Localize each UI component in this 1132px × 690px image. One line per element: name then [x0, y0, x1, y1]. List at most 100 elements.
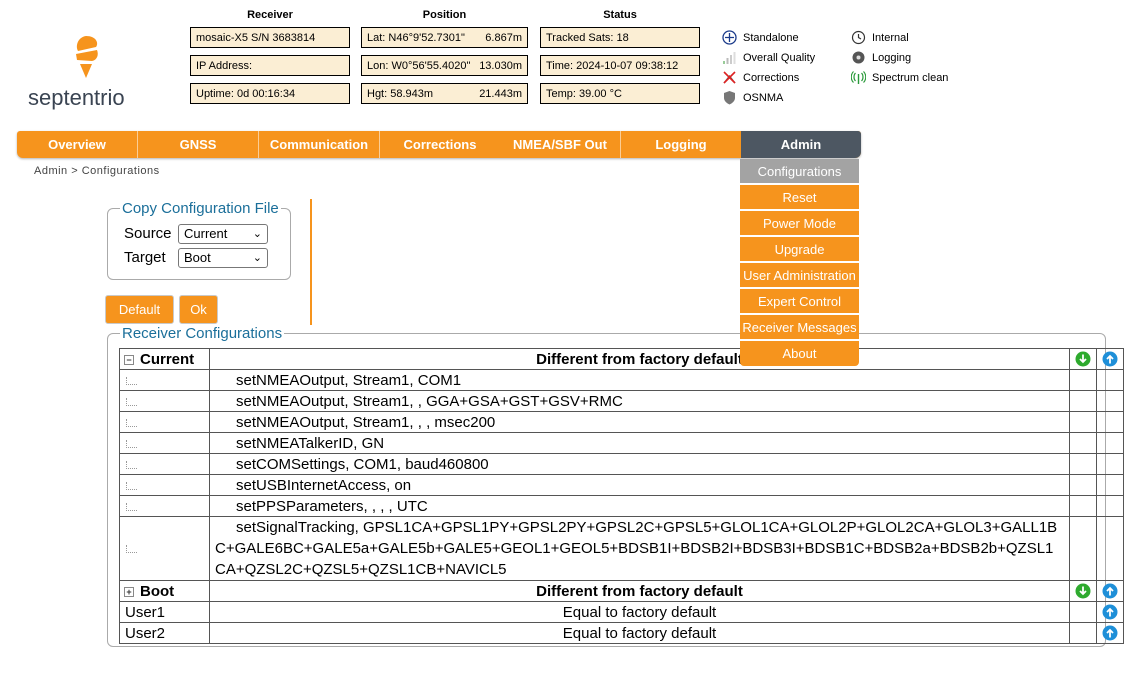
nav-admin[interactable]: Admin [741, 131, 861, 158]
tree-connector [126, 502, 137, 511]
empty-cell [1069, 369, 1097, 391]
command-text: setNMEAOutput, Stream1, , GGA+GSA+GST+GS… [209, 390, 1070, 412]
chevron-down-icon: ⌄ [252, 228, 262, 240]
nav-gnss[interactable]: GNSS [138, 131, 259, 158]
disk-icon [852, 51, 865, 64]
upload-icon[interactable] [1102, 351, 1118, 367]
current-download-cell [1069, 348, 1097, 370]
empty-cell [1096, 369, 1124, 391]
position-hgt: Hgt: 58.943m 21.443m [361, 83, 528, 104]
status-temp: Temp: 39.00 °C [540, 83, 700, 104]
menu-item-reset[interactable]: Reset [740, 185, 859, 210]
indicator-corrections-label: Corrections [743, 71, 800, 84]
target-select[interactable]: Boot ⌄ [178, 248, 268, 268]
ok-button[interactable]: Ok [179, 295, 218, 324]
menu-item-power-mode[interactable]: Power Mode [740, 211, 859, 236]
command-text: setNMEAOutput, Stream1, , , msec200 [209, 411, 1070, 433]
table-row: setNMEAOutput, Stream1, COM1 [119, 369, 1124, 391]
indicator-standalone-label: Standalone [743, 31, 799, 44]
default-button[interactable]: Default [105, 295, 174, 324]
user1-name: User1 [119, 601, 210, 623]
indicator-logging-label: Logging [872, 51, 912, 64]
table-row-current: − Current Different from factory default [119, 348, 1124, 370]
table-row-user2: User2 Equal to factory default [119, 622, 1124, 644]
command-text: setNMEATalkerID, GN [209, 432, 1070, 454]
collapse-icon[interactable]: − [124, 354, 134, 365]
current-name-cell: − Current [119, 348, 210, 370]
receiver-title: Receiver [247, 9, 293, 21]
boot-name: Boot [140, 582, 175, 600]
menu-item-receiver-messages[interactable]: Receiver Messages [740, 315, 859, 340]
menu-item-configurations[interactable]: Configurations [740, 159, 859, 184]
upload-icon[interactable] [1102, 625, 1118, 641]
indicator-overall-quality-label: Overall Quality [743, 51, 816, 64]
command-text: setUSBInternetAccess, on [209, 474, 1070, 496]
receiver-configs-legend: Receiver Configurations [122, 325, 283, 342]
empty-cell [1069, 474, 1097, 496]
tree-connector [126, 545, 137, 553]
expand-icon[interactable]: + [124, 586, 134, 597]
copy-config-legend: Copy Configuration File [122, 200, 279, 217]
hgt-accuracy: 21.443m [479, 88, 522, 100]
receiver-serial: mosaic-X5 S/N 3683814 [190, 27, 350, 48]
current-status: Different from factory default [209, 348, 1070, 370]
indicator-logging: Logging [851, 50, 911, 65]
status-title: Status [603, 9, 637, 21]
upload-icon[interactable] [1102, 604, 1118, 620]
tree-cell [119, 495, 210, 517]
signal-tracking-text: setSignalTracking, GPSL1CA+GPSL1PY+GPSL2… [215, 519, 1058, 578]
menu-item-upgrade[interactable]: Upgrade [740, 237, 859, 262]
indicator-spectrum: Spectrum clean [851, 70, 948, 85]
upload-icon[interactable] [1102, 583, 1118, 599]
table-row: setUSBInternetAccess, on [119, 474, 1124, 496]
indicator-osnma-label: OSNMA [743, 91, 784, 104]
menu-item-user-administration[interactable]: User Administration [740, 263, 859, 288]
indicator-standalone: Standalone [722, 30, 799, 45]
signal-bars-icon [723, 52, 736, 64]
command-text: setPPSParameters, , , , UTC [209, 495, 1070, 517]
lon-accuracy: 13.030m [479, 60, 522, 72]
empty-cell [1069, 622, 1097, 644]
command-text: setCOMSettings, COM1, baud460800 [209, 453, 1070, 475]
nav-communication[interactable]: Communication [259, 131, 380, 158]
empty-cell [1096, 432, 1124, 454]
user1-status: Equal to factory default [209, 601, 1070, 623]
empty-cell [1096, 516, 1124, 581]
empty-cell [1096, 474, 1124, 496]
nav-corrections[interactable]: Corrections [380, 131, 500, 158]
antenna-waves-icon [851, 71, 866, 84]
config-table: − Current Different from factory default … [119, 348, 1124, 644]
tree-connector [126, 418, 137, 427]
target-label: Target [124, 249, 166, 266]
user2-status: Equal to factory default [209, 622, 1070, 644]
download-icon[interactable] [1075, 583, 1091, 599]
tree-cell [119, 390, 210, 412]
menu-item-expert-control[interactable]: Expert Control [740, 289, 859, 314]
tree-cell [119, 516, 210, 581]
empty-cell [1069, 411, 1097, 433]
empty-cell [1069, 601, 1097, 623]
tree-cell [119, 432, 210, 454]
empty-cell [1069, 516, 1097, 581]
table-row: setNMEAOutput, Stream1, , GGA+GSA+GST+GS… [119, 390, 1124, 412]
download-icon[interactable] [1075, 351, 1091, 367]
source-select[interactable]: Current ⌄ [178, 224, 268, 244]
source-label: Source [124, 225, 172, 242]
command-text: setNMEAOutput, Stream1, COM1 [209, 369, 1070, 391]
nav-overview[interactable]: Overview [17, 131, 138, 158]
tree-cell [119, 369, 210, 391]
menu-item-about[interactable]: About [740, 341, 859, 366]
nav-logging[interactable]: Logging [621, 131, 741, 158]
nav-nmea-sbf-out[interactable]: NMEA/SBF Out [500, 131, 621, 158]
main-nav: Overview GNSS Communication Corrections … [17, 131, 861, 158]
tree-cell [119, 474, 210, 496]
tree-connector [126, 460, 137, 469]
tree-connector [126, 439, 137, 448]
logo-mark-icon [76, 36, 98, 78]
command-text: setSignalTracking, GPSL1CA+GPSL1PY+GPSL2… [209, 516, 1070, 581]
indicator-overall-quality: Overall Quality [722, 50, 815, 65]
empty-cell [1096, 495, 1124, 517]
empty-cell [1096, 411, 1124, 433]
table-row-user1: User1 Equal to factory default [119, 601, 1124, 623]
empty-cell [1069, 495, 1097, 517]
